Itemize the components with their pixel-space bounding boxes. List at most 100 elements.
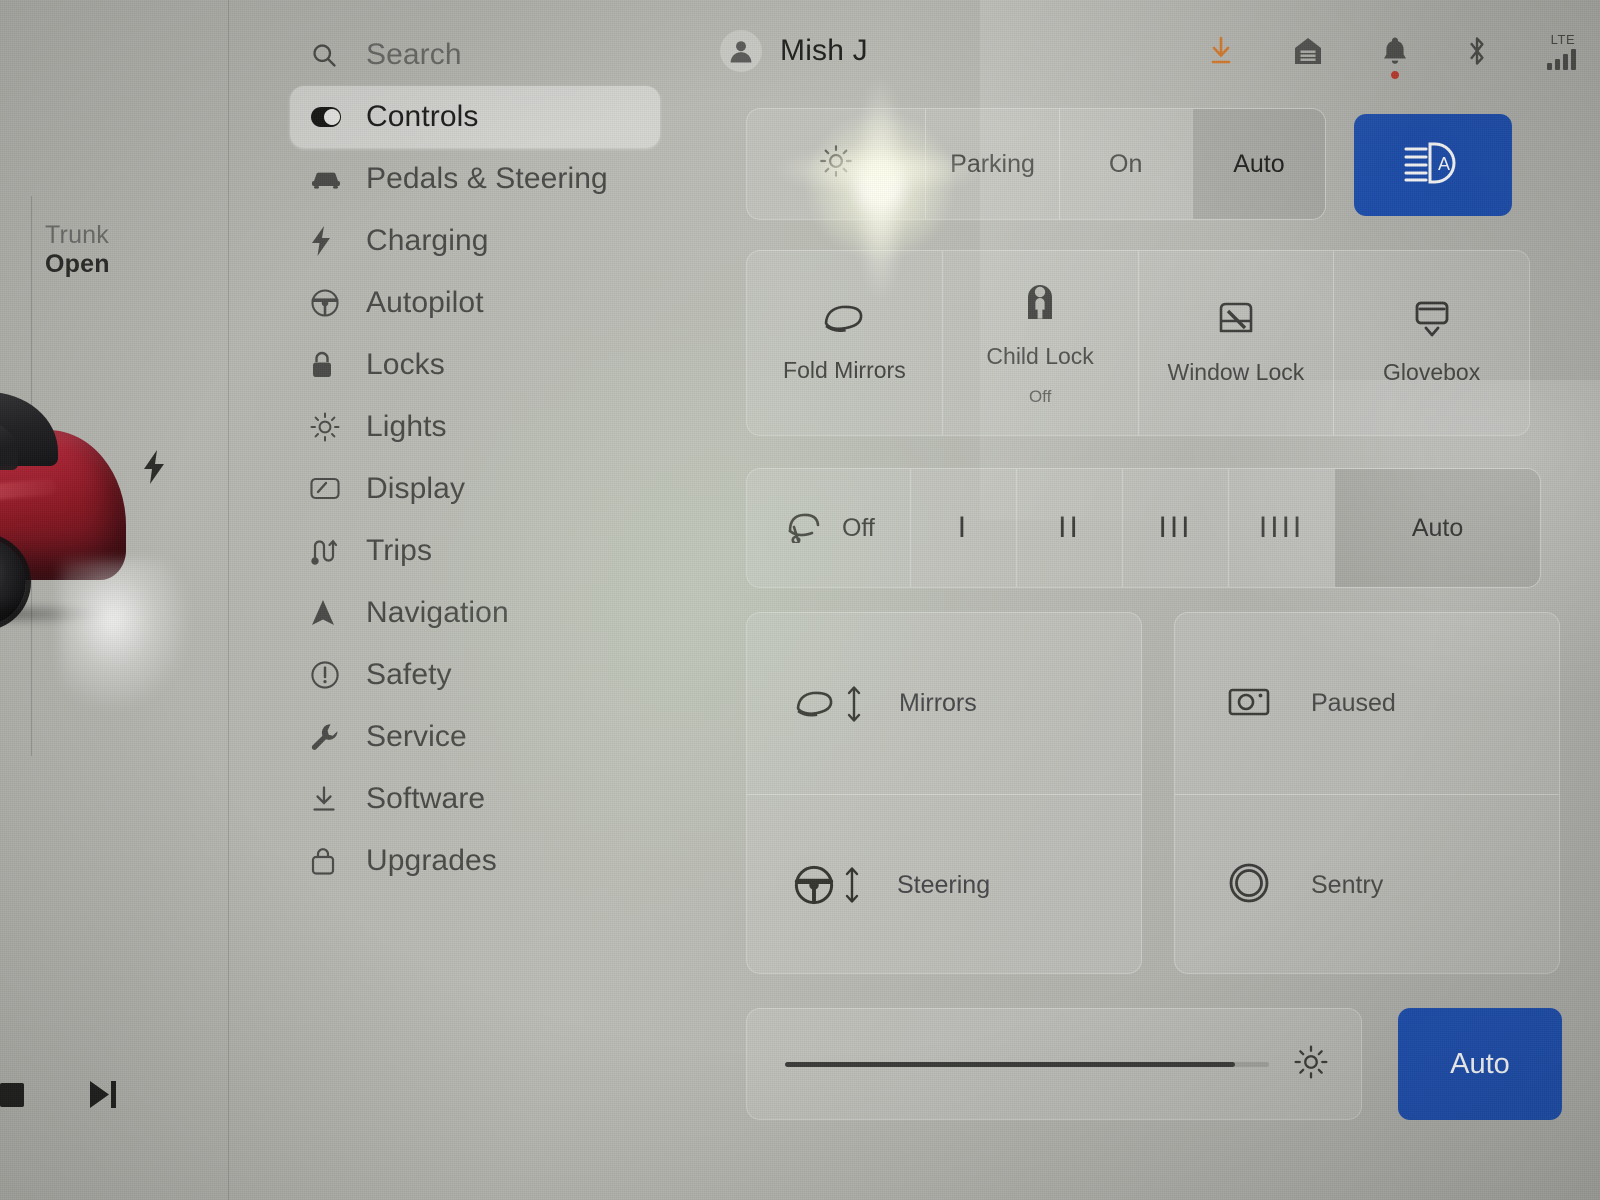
mirrors-adjust-button[interactable]: Mirrors bbox=[747, 613, 1141, 794]
tile-label: Fold Mirrors bbox=[783, 357, 906, 384]
car-front-icon bbox=[310, 168, 350, 190]
auto-high-beam-icon: A bbox=[1402, 141, 1464, 190]
wipers-speed-4[interactable]: IIII bbox=[1228, 469, 1334, 587]
wipers-speed-1[interactable]: I bbox=[909, 469, 1016, 587]
sidebar-item-service[interactable]: Service bbox=[290, 706, 660, 768]
wipers-speed-ticks: I bbox=[957, 511, 970, 544]
dashcam-button[interactable]: Paused bbox=[1175, 613, 1559, 794]
profile-name: Mish J bbox=[780, 34, 868, 67]
wrench-icon bbox=[310, 722, 350, 752]
padlock-icon bbox=[310, 350, 350, 380]
sidebar-item-controls[interactable]: Controls bbox=[290, 86, 660, 148]
sidebar-item-navigation[interactable]: Navigation bbox=[290, 582, 660, 644]
fold-mirrors-button[interactable]: Fold Mirrors bbox=[747, 251, 942, 435]
dashcam-status-label: Paused bbox=[1311, 689, 1396, 717]
trunk-status-label: Trunk bbox=[45, 221, 109, 249]
stop-button[interactable] bbox=[0, 1080, 30, 1110]
sidebar-item-label: Trips bbox=[366, 534, 433, 567]
tile-label: Child Lock bbox=[986, 343, 1094, 370]
sidebar-item-pedals[interactable]: Pedals & Steering bbox=[290, 148, 660, 210]
child-lock-button[interactable]: Child Lock Off bbox=[941, 251, 1138, 435]
bluetooth-icon[interactable] bbox=[1466, 35, 1488, 67]
brightness-slider[interactable] bbox=[785, 1061, 1269, 1067]
sentry-mode-icon bbox=[1227, 861, 1271, 910]
sidebar-item-trips[interactable]: Trips bbox=[290, 520, 660, 582]
trunk-status-value: Open bbox=[45, 249, 110, 278]
sidebar-item-label: Display bbox=[366, 472, 466, 505]
sidebar-item-search[interactable]: Search bbox=[290, 24, 660, 86]
sidebar-item-autopilot[interactable]: Autopilot bbox=[290, 272, 660, 334]
wipers-speed-ticks: III bbox=[1158, 511, 1193, 544]
side-mirror-adjust-icon bbox=[793, 684, 863, 724]
sidebar-item-label: Autopilot bbox=[366, 286, 484, 319]
sidebar-item-label: Safety bbox=[366, 658, 452, 691]
brightness-sun-icon bbox=[1293, 1044, 1329, 1085]
window-lock-icon bbox=[1215, 299, 1257, 344]
network-type-label: LTE bbox=[1550, 32, 1576, 47]
lights-option-auto[interactable]: Auto bbox=[1191, 109, 1325, 219]
sidebar-item-charging[interactable]: Charging bbox=[290, 210, 660, 272]
sidebar-item-software[interactable]: Software bbox=[290, 768, 660, 830]
camera-panel: Paused Sentry bbox=[1174, 612, 1560, 974]
window-lock-button[interactable]: Window Lock bbox=[1137, 251, 1334, 435]
notification-bell-icon[interactable] bbox=[1382, 36, 1408, 79]
profile-button[interactable]: Mish J bbox=[720, 30, 868, 72]
wipers-control-row: Off I II III IIII Auto bbox=[746, 468, 1541, 588]
lights-icon-segment[interactable] bbox=[747, 109, 925, 219]
sidebar-item-label: Lights bbox=[366, 410, 447, 443]
sidebar-item-lights[interactable]: Lights bbox=[290, 396, 660, 458]
toggle-switch-icon bbox=[310, 106, 350, 128]
display-screen-icon bbox=[310, 477, 350, 501]
tile-label: Glovebox bbox=[1383, 359, 1481, 386]
sidebar-item-safety[interactable]: Safety bbox=[290, 644, 660, 706]
trunk-status[interactable]: Trunk Open bbox=[45, 221, 110, 279]
wipers-speed-2[interactable]: II bbox=[1015, 469, 1122, 587]
steering-wheel-icon bbox=[310, 288, 350, 318]
next-track-button[interactable] bbox=[86, 1078, 120, 1112]
glovebox-button[interactable]: Glovebox bbox=[1333, 251, 1529, 435]
glovebox-icon bbox=[1410, 299, 1454, 344]
sidebar-item-label: Charging bbox=[366, 224, 489, 257]
vehicle-image[interactable] bbox=[0, 388, 136, 650]
wipers-speed-ticks: IIII bbox=[1258, 511, 1305, 544]
steering-wheel-adjust-icon bbox=[793, 864, 861, 906]
sidebar-item-label: Upgrades bbox=[366, 844, 497, 877]
charge-bolt-icon[interactable] bbox=[141, 450, 167, 484]
child-lock-icon bbox=[1022, 279, 1058, 328]
sidebar-item-label: Service bbox=[366, 720, 467, 753]
adjust-label: Steering bbox=[897, 870, 991, 899]
sun-lights-icon bbox=[819, 144, 853, 185]
notification-badge bbox=[1391, 71, 1399, 79]
alert-circle-icon bbox=[310, 660, 350, 690]
column-divider-line bbox=[228, 0, 229, 1200]
sidebar-item-locks[interactable]: Locks bbox=[290, 334, 660, 396]
auto-high-beam-button[interactable]: A bbox=[1354, 114, 1512, 216]
wipers-option-auto[interactable]: Auto bbox=[1334, 469, 1540, 587]
lightning-bolt-icon bbox=[310, 226, 350, 256]
svg-text:A: A bbox=[1438, 154, 1450, 174]
garage-home-icon[interactable] bbox=[1292, 35, 1324, 67]
signal-bars-icon[interactable]: LTE bbox=[1546, 32, 1580, 70]
sidebar-item-label: Software bbox=[366, 782, 486, 815]
sidebar-item-display[interactable]: Display bbox=[290, 458, 660, 520]
brightness-auto-button[interactable]: Auto bbox=[1398, 1008, 1562, 1120]
side-mirror-icon bbox=[820, 301, 868, 342]
software-download-icon[interactable] bbox=[1208, 35, 1234, 67]
lights-option-on[interactable]: On bbox=[1058, 109, 1192, 219]
sidebar-item-label: Navigation bbox=[366, 596, 509, 629]
settings-sidebar: Search Controls Pedals & Steering Chargi… bbox=[246, 0, 676, 1200]
sidebar-item-upgrades[interactable]: Upgrades bbox=[290, 830, 660, 892]
search-icon bbox=[310, 41, 350, 69]
adjust-panel: Mirrors Steering bbox=[746, 612, 1142, 974]
sidebar-item-label: Locks bbox=[366, 348, 445, 381]
brightness-slider-fill bbox=[785, 1061, 1236, 1067]
media-controls bbox=[0, 1078, 120, 1112]
wipers-speed-3[interactable]: III bbox=[1121, 469, 1228, 587]
lights-option-parking[interactable]: Parking bbox=[925, 109, 1058, 219]
person-avatar-icon bbox=[720, 30, 762, 72]
wipers-option-off[interactable]: Off bbox=[747, 469, 910, 587]
sentry-mode-button[interactable]: Sentry bbox=[1175, 794, 1559, 975]
steering-adjust-button[interactable]: Steering bbox=[747, 794, 1141, 975]
tile-sublabel: Off bbox=[1028, 386, 1052, 406]
controls-content: Mish J LTE Parking On Auto A Fold Mirror… bbox=[676, 0, 1600, 1200]
